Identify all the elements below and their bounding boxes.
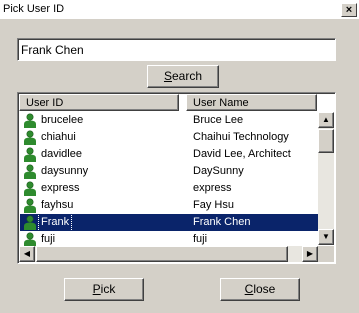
user-id-cell: davidlee — [41, 148, 82, 160]
column-header-user-id[interactable]: User ID — [19, 94, 179, 111]
search-accel: S — [163, 69, 172, 83]
scroll-up-arrow-icon[interactable]: ▲ — [318, 112, 334, 128]
list-item[interactable]: Frank Frank Chen — [20, 213, 318, 232]
scroll-down-arrow-icon[interactable]: ▼ — [318, 229, 334, 245]
user-icon — [24, 147, 36, 162]
close-button[interactable]: Close — [220, 278, 300, 301]
user-id-cell: Frank — [37, 213, 73, 232]
vertical-scroll-thumb[interactable] — [318, 129, 334, 153]
pick-accel: P — [92, 282, 101, 296]
scroll-right-arrow-icon[interactable]: ▶ — [302, 246, 318, 262]
user-list[interactable]: User ID User Name brucelee Bruce Lee chiah… — [17, 92, 336, 264]
search-button[interactable]: Search — [147, 65, 219, 88]
pick-label-rest: ick — [100, 282, 116, 296]
user-name-cell: DaySunny — [193, 165, 244, 177]
user-icon — [24, 198, 36, 213]
list-item[interactable]: chiahui Chaihui Technology — [20, 129, 318, 146]
column-header-user-name[interactable]: User Name — [186, 94, 317, 111]
user-icon — [24, 215, 36, 230]
list-item[interactable]: express express — [20, 180, 318, 197]
user-name-cell: David Lee, Architect — [193, 148, 291, 160]
user-icon — [24, 232, 36, 247]
user-icon — [24, 113, 36, 128]
user-id-cell: express — [41, 182, 80, 194]
list-item[interactable]: fayhsu Fay Hsu — [20, 197, 318, 214]
window-title: Pick User ID — [3, 3, 65, 15]
user-name-cell: Fay Hsu — [193, 199, 234, 211]
user-name-cell: Bruce Lee — [193, 114, 244, 126]
user-name-cell: Chaihui Technology — [193, 131, 289, 143]
list-item[interactable]: daysunny DaySunny — [20, 163, 318, 180]
scroll-corner — [318, 246, 334, 262]
scroll-left-arrow-icon[interactable]: ◀ — [19, 246, 35, 262]
user-id-cell: brucelee — [41, 114, 84, 126]
title-bar: Pick User ID × — [0, 0, 359, 20]
user-icon — [24, 164, 36, 179]
list-item[interactable]: davidlee David Lee, Architect — [20, 146, 318, 163]
list-item[interactable]: brucelee Bruce Lee — [20, 112, 318, 129]
user-id-cell: daysunny — [41, 165, 89, 177]
user-id-cell: fayhsu — [41, 199, 74, 211]
vertical-scrollbar[interactable]: ▲ ▼ — [318, 112, 334, 245]
search-input[interactable]: Frank Chen — [17, 38, 336, 61]
user-name-cell: Frank Chen — [193, 216, 251, 228]
user-id-cell: chiahui — [41, 131, 76, 143]
close-label-rest: lose — [253, 282, 276, 296]
user-icon — [24, 130, 36, 145]
user-icon — [24, 181, 36, 196]
horizontal-scrollbar[interactable]: ◀ ▶ — [19, 246, 318, 262]
close-window-button[interactable]: × — [341, 3, 357, 17]
pick-button[interactable]: Pick — [64, 278, 144, 301]
user-name-cell: express — [193, 182, 232, 194]
list-rows: brucelee Bruce Lee chiahui Chaihui Technolo… — [20, 112, 318, 248]
search-label-rest: earch — [171, 69, 203, 83]
horizontal-scroll-thumb[interactable] — [36, 246, 288, 262]
